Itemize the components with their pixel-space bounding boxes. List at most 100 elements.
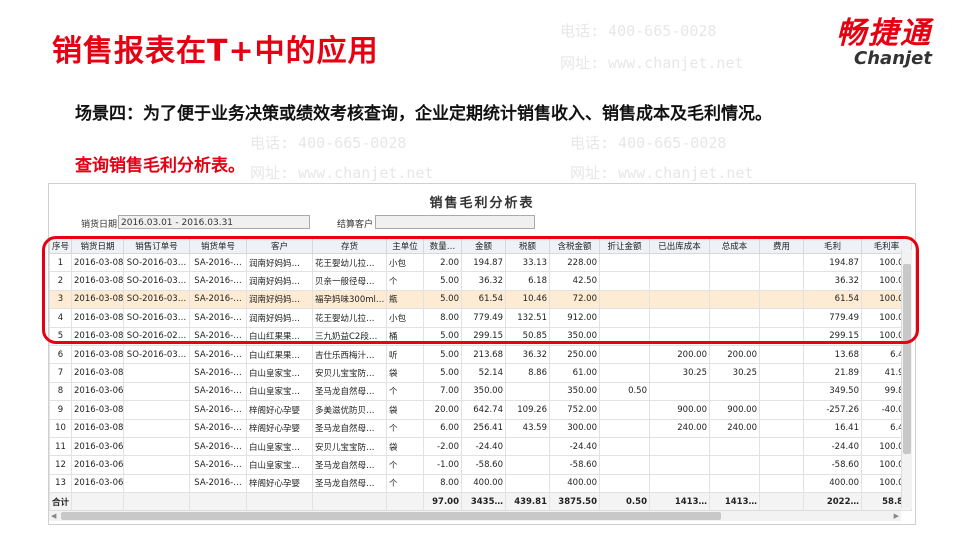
- cell-tax: [505, 436, 550, 457]
- cell-amount: 400.00: [461, 473, 506, 494]
- cell-no: 6: [49, 344, 72, 365]
- horizontal-scrollbar[interactable]: ◀ ▶: [49, 510, 901, 521]
- cell-amount_tax: 752.00: [549, 400, 600, 420]
- customer-filter-label: 结算客户: [337, 220, 374, 230]
- cell-unit: 个: [386, 473, 424, 494]
- watermark-site: 网址: www.chanjet.net: [250, 164, 434, 182]
- cell-order[interactable]: [123, 381, 190, 402]
- report-title: 销售毛利分析表: [429, 196, 535, 211]
- customer-filter-input[interactable]: [375, 215, 535, 229]
- cell-order[interactable]: [123, 455, 190, 475]
- cell-amount_tax: -58.60: [549, 455, 600, 475]
- cell-order[interactable]: [123, 400, 190, 420]
- cell-profit: 349.50: [803, 381, 862, 402]
- cell-amount: 213.68: [461, 344, 506, 365]
- cell-item[interactable]: 圣马龙自然母…: [312, 381, 387, 402]
- table-row[interactable]: 8 2016-03-06 SA-2016-… 白山皇家宝… 圣马龙自然母… 个 7.00 35…: [49, 381, 912, 402]
- table-row[interactable]: 13 2016-03-06 SA-2016-… 梓阁好心孕婴 圣马龙自然母… 个 8.00 4…: [49, 473, 912, 494]
- cell-total_cost: [709, 381, 760, 402]
- cell-out_cost: 200.00: [649, 344, 710, 365]
- cell-date: 2016-03-06: [71, 473, 124, 494]
- cell-bill[interactable]: SA-2016-…: [189, 418, 247, 438]
- date-filter-input[interactable]: 2016.03.01 - 2016.03.31: [118, 215, 310, 229]
- table-row[interactable]: 9 2016-03-08 SA-2016-… 梓阁好心孕婴 多美滋优防贝… 袋 20.00 6…: [49, 400, 912, 420]
- cell-customer[interactable]: 白山皇家宝…: [246, 455, 313, 475]
- table-row[interactable]: 12 2016-03-06 SA-2016-… 白山皇家宝… 圣马龙自然母… 个 -1.00…: [49, 455, 912, 475]
- table-row[interactable]: 11 2016-03-06 SA-2016-… 白山皇家宝… 安贝儿宝宝防… 袋 -2.00…: [49, 436, 912, 457]
- cell-item[interactable]: 安贝儿宝宝防…: [312, 363, 387, 383]
- report-window: 销售毛利分析表 销货日期 2016.03.01 - 2016.03.31 结算客…: [48, 183, 916, 525]
- cell-qty: 6.00: [423, 418, 462, 438]
- cell-fee: [759, 418, 804, 438]
- horizontal-scroll-thumb[interactable]: [61, 512, 721, 520]
- cell-discount: [599, 418, 650, 438]
- cell-profit: -58.60: [803, 455, 862, 475]
- cell-out_cost: 240.00: [649, 418, 710, 438]
- cell-no: 10: [49, 418, 72, 438]
- cell-order[interactable]: [123, 436, 190, 457]
- cell-order[interactable]: [123, 418, 190, 438]
- cell-order[interactable]: SO-2016-03…: [123, 344, 190, 365]
- cell-customer[interactable]: 梓阁好心孕婴: [246, 473, 313, 494]
- cell-item[interactable]: 多美滋优防贝…: [312, 400, 387, 420]
- cell-item[interactable]: 圣马龙自然母…: [312, 455, 387, 475]
- cell-out_cost: 30.25: [649, 363, 710, 383]
- cell-discount: [599, 363, 650, 383]
- cell-qty: -1.00: [423, 455, 462, 475]
- total-cell-profit: 2022…: [803, 492, 862, 512]
- cell-amount: -24.40: [461, 436, 506, 457]
- cell-customer[interactable]: 梓阁好心孕婴: [246, 418, 313, 438]
- cell-item[interactable]: 安贝儿宝宝防…: [312, 436, 387, 457]
- cell-fee: [759, 381, 804, 402]
- cell-bill[interactable]: SA-2016-…: [189, 400, 247, 420]
- cell-profit: 400.00: [803, 473, 862, 494]
- scenario-action: 查询销售毛利分析表。: [75, 156, 245, 176]
- cell-no: 8: [49, 381, 72, 402]
- cell-discount: [599, 455, 650, 475]
- cell-profit: -24.40: [803, 436, 862, 457]
- cell-customer[interactable]: 白山皇家宝…: [246, 381, 313, 402]
- watermark-phone: 电话: 400-665-0028: [560, 22, 717, 40]
- cell-profit: 21.89: [803, 363, 862, 383]
- cell-bill[interactable]: SA-2016-…: [189, 381, 247, 402]
- cell-amount_tax: -24.40: [549, 436, 600, 457]
- cell-bill[interactable]: SA-2016-…: [189, 344, 247, 365]
- cell-no: 12: [49, 455, 72, 475]
- cell-customer[interactable]: 白山皇家宝…: [246, 363, 313, 383]
- cell-order[interactable]: [123, 363, 190, 383]
- cell-qty: 8.00: [423, 473, 462, 494]
- cell-bill[interactable]: SA-2016-…: [189, 473, 247, 494]
- cell-customer[interactable]: 白山红果果…: [246, 344, 313, 365]
- cell-order[interactable]: [123, 473, 190, 494]
- table-row[interactable]: 6 2016-03-08 SO-2016-03… SA-2016-… 白山红果果… 吉仕乐…: [49, 344, 912, 365]
- cell-amount: -58.60: [461, 455, 506, 475]
- cell-qty: 5.00: [423, 344, 462, 365]
- scroll-right-arrow-icon[interactable]: ▶: [894, 511, 899, 521]
- watermark-phone: 电话: 400-665-0028: [250, 134, 407, 152]
- cell-qty: 7.00: [423, 381, 462, 402]
- cell-amount_tax: 350.00: [549, 381, 600, 402]
- cell-out_cost: [649, 473, 710, 494]
- total-cell-out_cost: 1413…: [649, 492, 710, 512]
- cell-bill[interactable]: SA-2016-…: [189, 455, 247, 475]
- cell-tax: [505, 455, 550, 475]
- table-row[interactable]: 10 2016-03-08 SA-2016-… 梓阁好心孕婴 圣马龙自然母… 个 6.00 2…: [49, 418, 912, 438]
- total-cell-amount: 3435…: [461, 492, 506, 512]
- cell-discount: [599, 473, 650, 494]
- cell-item[interactable]: 圣马龙自然母…: [312, 473, 387, 494]
- cell-date: 2016-03-06: [71, 436, 124, 457]
- cell-no: 9: [49, 400, 72, 420]
- total-cell-tax: 439.81: [505, 492, 550, 512]
- cell-total_cost: 240.00: [709, 418, 760, 438]
- cell-bill[interactable]: SA-2016-…: [189, 436, 247, 457]
- total-cell-order: [123, 492, 190, 512]
- cell-unit: 袋: [386, 436, 424, 457]
- cell-item[interactable]: 吉仕乐西梅汁…: [312, 344, 387, 365]
- cell-customer[interactable]: 白山皇家宝…: [246, 436, 313, 457]
- cell-bill[interactable]: SA-2016-…: [189, 363, 247, 383]
- cell-customer[interactable]: 梓阁好心孕婴: [246, 400, 313, 420]
- cell-item[interactable]: 圣马龙自然母…: [312, 418, 387, 438]
- scroll-left-arrow-icon[interactable]: ◀: [51, 511, 56, 521]
- highlight-frame: [42, 236, 919, 344]
- table-row[interactable]: 7 2016-03-08 SA-2016-… 白山皇家宝… 安贝儿宝宝防… 袋 5.00 52…: [49, 363, 912, 383]
